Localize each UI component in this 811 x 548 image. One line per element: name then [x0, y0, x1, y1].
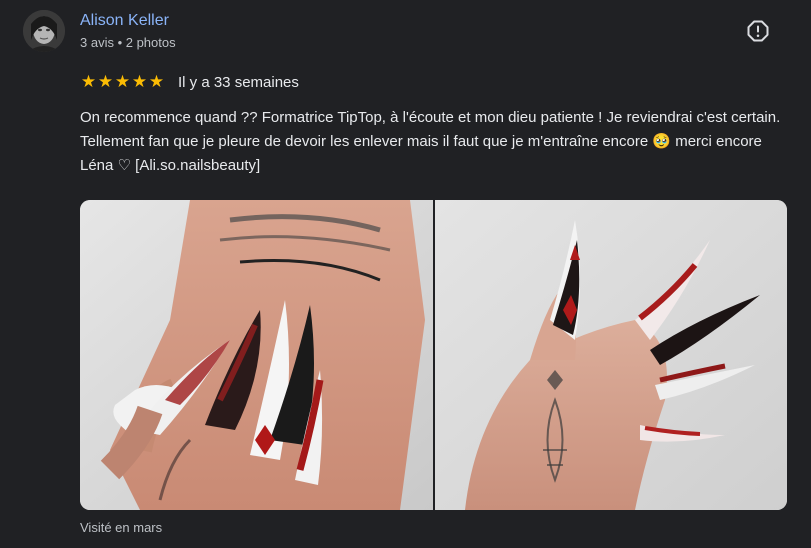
visited-note: Visité en mars [80, 520, 163, 535]
author-meta: 3 avis • 2 photos [80, 35, 176, 50]
star-icon: ★ [80, 72, 97, 91]
photo-gallery [80, 200, 787, 510]
review-photo-2[interactable] [435, 200, 787, 510]
review-date: Il y a 33 semaines [178, 73, 299, 91]
star-icon: ★ [131, 72, 148, 91]
review-card: Alison Keller 3 avis • 2 photos ★ ★ ★ ★ … [0, 0, 811, 548]
star-icon: ★ [97, 72, 114, 91]
author-avatar[interactable] [23, 10, 65, 52]
star-rating: ★ ★ ★ ★ ★ [80, 72, 165, 92]
star-icon: ★ [114, 72, 131, 91]
review-photo-1[interactable] [80, 200, 433, 510]
report-flag-icon [746, 19, 770, 48]
star-icon: ★ [148, 72, 165, 91]
rating-row: ★ ★ ★ ★ ★ Il y a 33 semaines [80, 72, 299, 92]
review-text: On recommence quand ?? Formatrice TipTop… [80, 109, 781, 174]
report-button[interactable] [744, 19, 772, 47]
author-name-link[interactable]: Alison Keller [80, 12, 169, 30]
